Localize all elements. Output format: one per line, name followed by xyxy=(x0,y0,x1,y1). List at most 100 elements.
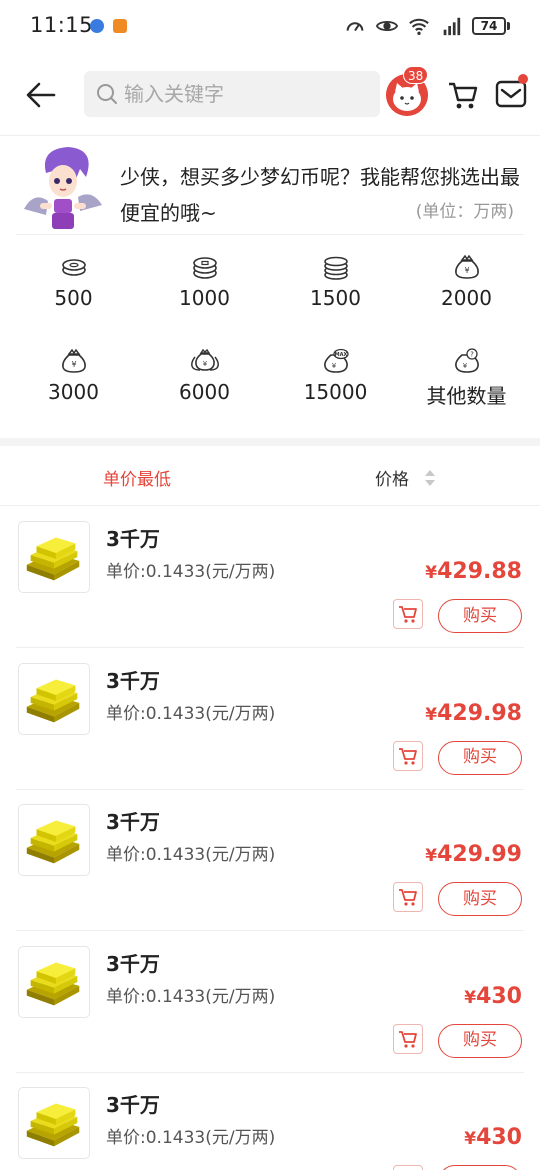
product-price: ¥429.99 xyxy=(425,842,522,867)
product-price: ¥429.98 xyxy=(425,701,522,726)
money-bag-question-icon: ?¥ xyxy=(454,348,479,373)
add-to-cart-button[interactable] xyxy=(393,599,423,629)
search-bar[interactable] xyxy=(84,71,380,117)
sort-lowest-unit-price[interactable]: 单价最低 xyxy=(103,465,171,490)
amount-option-2000[interactable]: ¥ 2000 xyxy=(401,254,532,332)
status-bar: 11:15 74 xyxy=(0,0,540,52)
search-input[interactable] xyxy=(124,82,364,106)
amount-label: 500 xyxy=(54,286,93,310)
product-item[interactable]: 3千万 单价:0.1433(元/万两) ¥430 购买 xyxy=(0,932,540,1073)
amount-label: 其他数量 xyxy=(426,384,507,408)
coin-stack-large-icon xyxy=(323,256,348,280)
product-price-value: 430 xyxy=(476,983,522,1009)
product-unit-price: 单价:0.1433(元/万两) xyxy=(106,703,276,724)
currency-symbol: ¥ xyxy=(464,1129,477,1149)
top-bar: 38 xyxy=(0,52,540,136)
product-price-value: 429.98 xyxy=(437,700,522,726)
amount-grid: 500 1000 1500 ¥ 2000 ¥ 3000 ¥ 6000 MAX ¥ … xyxy=(8,254,532,426)
currency-symbol: ¥ xyxy=(425,704,438,725)
unit-note: (单位：万两) xyxy=(415,202,514,222)
product-price: ¥430 xyxy=(464,984,522,1009)
amount-option-15000[interactable]: MAX ¥ 15000 xyxy=(270,348,401,426)
currency-symbol: ¥ xyxy=(464,987,477,1008)
product-name: 3千万 xyxy=(106,668,160,693)
money-bag-max-icon: MAX ¥ xyxy=(323,348,349,373)
coin-stack-small-icon xyxy=(61,259,86,276)
product-item[interactable]: 3千万 单价:0.1433(元/万两) ¥429.88 购买 xyxy=(0,507,540,648)
globe-icon xyxy=(90,19,104,33)
svg-text:¥: ¥ xyxy=(331,362,336,370)
money-bag-icon: ¥ xyxy=(61,348,86,373)
cart-icon xyxy=(399,606,417,623)
coin-stack-medium-icon xyxy=(192,257,217,279)
gold-bars-icon xyxy=(18,945,90,1018)
product-price: ¥430 xyxy=(464,1125,522,1150)
amount-option-500[interactable]: 500 xyxy=(8,254,139,332)
product-name: 3千万 xyxy=(106,951,160,976)
add-to-cart-button[interactable] xyxy=(393,1165,423,1170)
speed-icon xyxy=(346,22,364,32)
product-item[interactable]: 3千万 单价:0.1433(元/万两) ¥430 购买 xyxy=(0,1073,540,1170)
sort-arrows-icon[interactable] xyxy=(423,468,437,488)
message-unread-dot xyxy=(518,74,528,84)
product-unit-price: 单价:0.1433(元/万两) xyxy=(106,1128,276,1148)
product-unit-price: 单价:0.1433(元/万两) xyxy=(106,986,276,1007)
product-name: 3千万 xyxy=(106,810,160,834)
add-to-cart-button[interactable] xyxy=(393,1023,423,1054)
product-price-value: 429.99 xyxy=(437,842,522,867)
cart-icon xyxy=(399,747,417,765)
back-arrow-icon[interactable] xyxy=(24,78,58,112)
section-gap xyxy=(0,438,540,446)
intro-section: 少侠，想买多少梦幻币呢？我能帮您挑选出最便宜的哦~ (单位：万两) xyxy=(0,137,540,235)
signal-4g-icon xyxy=(443,17,461,36)
eye-icon xyxy=(376,20,398,32)
amount-label: 15000 xyxy=(303,380,368,404)
gold-bars-icon xyxy=(18,662,90,735)
product-item[interactable]: 3千万 单价:0.1433(元/万两) ¥429.98 购买 xyxy=(0,649,540,790)
buy-button[interactable]: 购买 xyxy=(438,740,522,775)
currency-symbol: ¥ xyxy=(425,563,438,583)
buy-button[interactable]: 购买 xyxy=(438,1023,522,1058)
amount-label: 2000 xyxy=(441,286,492,310)
battery-icon: 74 xyxy=(472,17,510,35)
svg-text:¥: ¥ xyxy=(464,266,469,275)
mascot-illustration xyxy=(24,147,102,229)
amount-option-3000[interactable]: ¥ 3000 xyxy=(8,348,139,426)
product-item[interactable]: 3千万 单价:0.1433(元/万两) ¥429.99 购买 xyxy=(0,790,540,931)
gold-bars-icon xyxy=(18,1087,90,1159)
buy-button[interactable]: 购买 xyxy=(438,599,522,633)
amount-label: 6000 xyxy=(179,380,230,404)
svg-text:?: ? xyxy=(470,351,474,359)
avatar-badge: 38 xyxy=(403,66,429,84)
svg-text:¥: ¥ xyxy=(71,360,76,369)
product-price-value: 429.88 xyxy=(437,559,522,584)
product-unit-price: 单价:0.1433(元/万两) xyxy=(106,845,276,865)
svg-text:¥: ¥ xyxy=(202,360,207,368)
gold-bars-icon xyxy=(18,804,90,876)
product-price-value: 430 xyxy=(476,1125,522,1150)
gold-bars-icon xyxy=(18,521,90,593)
amount-label: 1500 xyxy=(310,286,361,310)
status-time: 11:15 xyxy=(30,13,94,37)
sort-bar: 单价最低 价格 xyxy=(0,446,540,506)
product-name: 3千万 xyxy=(106,527,160,551)
amount-label: 1000 xyxy=(179,286,230,310)
amount-option-other[interactable]: ? ¥ 其他数量 xyxy=(401,348,532,426)
product-name: 3千万 xyxy=(106,1093,160,1117)
svg-text:¥: ¥ xyxy=(462,362,467,370)
add-to-cart-button[interactable] xyxy=(393,882,423,912)
product-price: ¥429.88 xyxy=(425,559,522,584)
wifi-icon xyxy=(409,18,429,35)
add-to-cart-button[interactable] xyxy=(393,740,423,771)
amount-option-1000[interactable]: 1000 xyxy=(139,254,270,332)
divider xyxy=(16,234,524,235)
amount-option-1500[interactable]: 1500 xyxy=(270,254,401,332)
currency-symbol: ¥ xyxy=(425,846,438,866)
buy-button[interactable]: 购买 xyxy=(438,1165,522,1170)
cart-icon xyxy=(399,1030,417,1048)
cart-icon[interactable] xyxy=(446,78,480,112)
buy-button[interactable]: 购买 xyxy=(438,882,522,916)
sort-price[interactable]: 价格 xyxy=(375,465,409,490)
amount-option-6000[interactable]: ¥ 6000 xyxy=(139,348,270,426)
svg-text:MAX: MAX xyxy=(334,352,347,358)
